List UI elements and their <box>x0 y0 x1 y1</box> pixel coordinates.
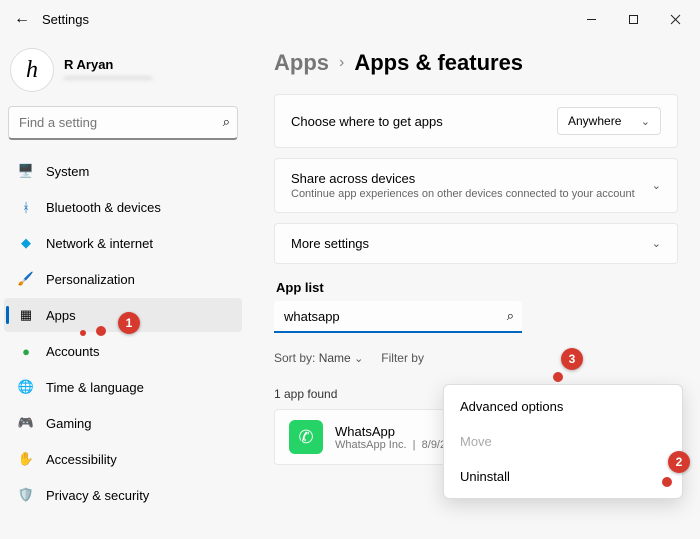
search-icon: ⌕ <box>507 308 514 324</box>
minimize-button[interactable] <box>570 4 612 34</box>
back-button[interactable]: ← <box>4 1 40 37</box>
chevron-down-icon: ⌄ <box>652 237 661 250</box>
search-icon: ⌕ <box>223 114 230 130</box>
dropdown-value: Anywhere <box>568 114 621 128</box>
sidebar-item-personalization[interactable]: 🖌️ Personalization <box>4 262 242 296</box>
sidebar-item-label: Gaming <box>46 416 92 431</box>
sidebar-item-label: Network & internet <box>46 236 153 251</box>
app-context-menu: Advanced options Move Uninstall <box>443 384 683 499</box>
nav-icon: 🌐 <box>18 379 34 395</box>
nav-icon: ● <box>18 343 34 359</box>
sidebar-item-label: Apps <box>46 308 76 323</box>
nav-icon: 🎮 <box>18 415 34 431</box>
filter-by-control[interactable]: Filter by <box>381 351 424 365</box>
close-button[interactable] <box>654 4 696 34</box>
choose-apps-card: Choose where to get apps Anywhere ⌄ <box>274 94 678 148</box>
maximize-button[interactable] <box>612 4 654 34</box>
filter-label: Filter by <box>381 351 424 365</box>
uninstall-item[interactable]: Uninstall <box>444 459 682 494</box>
share-devices-card[interactable]: Share across devices Continue app experi… <box>274 158 678 213</box>
nav-icon: 🛡️ <box>18 487 34 503</box>
sort-label: Sort by: <box>274 351 315 365</box>
sort-by-control[interactable]: Sort by: Name ⌄ <box>274 351 363 365</box>
sidebar-item-label: Time & language <box>46 380 144 395</box>
sidebar-item-time-language[interactable]: 🌐 Time & language <box>4 370 242 404</box>
nav-icon: ▦ <box>18 307 34 323</box>
nav-icon: ◆ <box>18 235 34 251</box>
sidebar-item-label: Bluetooth & devices <box>46 200 161 215</box>
sidebar-item-accounts[interactable]: ● Accounts <box>4 334 242 368</box>
sidebar-item-privacy-security[interactable]: 🛡️ Privacy & security <box>4 478 242 512</box>
user-email: ———————— <box>64 72 152 84</box>
sidebar-item-accessibility[interactable]: ✋ Accessibility <box>4 442 242 476</box>
breadcrumb: Apps › Apps & features <box>274 50 678 76</box>
sidebar-item-bluetooth-devices[interactable]: ᚼ Bluetooth & devices <box>4 190 242 224</box>
user-account-row[interactable]: h R Aryan ———————— <box>4 44 242 106</box>
sidebar-item-network-internet[interactable]: ◆ Network & internet <box>4 226 242 260</box>
avatar: h <box>10 48 54 92</box>
nav-icon: 🖌️ <box>18 271 34 287</box>
annotation-dot <box>80 330 86 336</box>
move-item: Move <box>444 424 682 459</box>
more-settings-card[interactable]: More settings ⌄ <box>274 223 678 264</box>
chevron-down-icon: ⌄ <box>354 353 363 365</box>
chevron-right-icon: › <box>339 54 344 72</box>
more-settings-label: More settings <box>291 236 369 251</box>
annotation-callout-2: 2 <box>668 451 690 473</box>
whatsapp-icon: ✆ <box>289 420 323 454</box>
user-name: R Aryan <box>64 57 152 72</box>
sidebar-item-label: Accessibility <box>46 452 117 467</box>
app-list-label: App list <box>276 280 678 295</box>
sort-value: Name <box>319 351 351 365</box>
page-title: Apps & features <box>354 50 523 76</box>
choose-apps-label: Choose where to get apps <box>291 114 443 129</box>
settings-search-input[interactable] <box>8 106 238 140</box>
nav-icon: ✋ <box>18 451 34 467</box>
sidebar-item-gaming[interactable]: 🎮 Gaming <box>4 406 242 440</box>
nav-icon: ᚼ <box>18 199 34 215</box>
choose-apps-dropdown[interactable]: Anywhere ⌄ <box>557 107 661 135</box>
window-title: Settings <box>42 12 89 27</box>
sidebar-item-label: Privacy & security <box>46 488 149 503</box>
app-list-search-input[interactable] <box>274 301 522 333</box>
advanced-options-item[interactable]: Advanced options <box>444 389 682 424</box>
breadcrumb-parent[interactable]: Apps <box>274 50 329 76</box>
sidebar-item-label: Accounts <box>46 344 99 359</box>
sidebar-item-system[interactable]: 🖥️ System <box>4 154 242 188</box>
annotation-callout-3: 3 <box>561 348 583 370</box>
annotation-callout-1: 1 <box>118 312 140 334</box>
nav-icon: 🖥️ <box>18 163 34 179</box>
chevron-down-icon: ⌄ <box>652 179 661 192</box>
share-devices-label: Share across devices <box>291 171 635 186</box>
sidebar-item-label: Personalization <box>46 272 135 287</box>
sidebar-item-label: System <box>46 164 89 179</box>
share-devices-sub: Continue app experiences on other device… <box>291 188 635 200</box>
chevron-down-icon: ⌄ <box>641 115 650 128</box>
